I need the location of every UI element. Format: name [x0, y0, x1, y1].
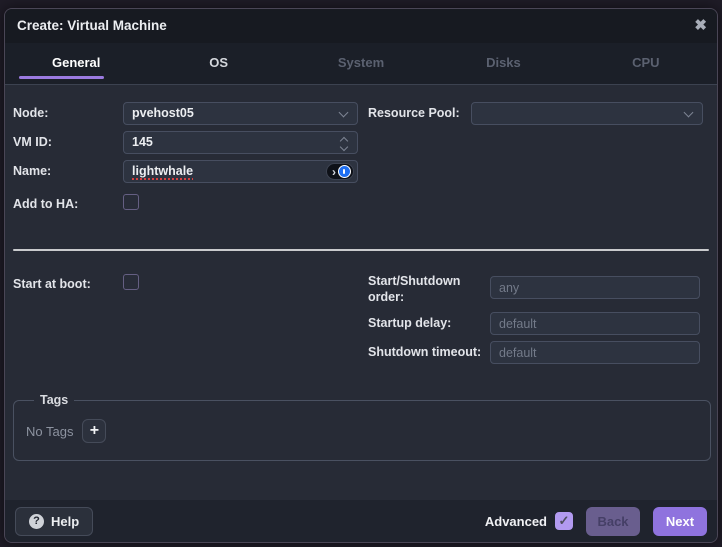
tab-system: System: [290, 43, 432, 84]
create-vm-dialog: Create: Virtual Machine ✖ General OS Sys…: [4, 8, 718, 543]
resource-pool-combobox[interactable]: [471, 102, 703, 125]
startup-delay-label: Startup delay:: [368, 316, 451, 330]
name-input[interactable]: lightwhale ›: [123, 160, 358, 183]
dialog-title: Create: Virtual Machine: [17, 9, 167, 43]
name-label: Name:: [13, 164, 51, 178]
tags-row: No Tags +: [26, 419, 698, 443]
tags-legend: Tags: [34, 393, 74, 407]
dialog-titlebar: Create: Virtual Machine ✖: [5, 9, 717, 43]
no-tags-text: No Tags: [26, 424, 73, 439]
shutdown-timeout-label: Shutdown timeout:: [368, 345, 481, 359]
start-at-boot-checkbox[interactable]: [123, 274, 139, 290]
node-label: Node:: [13, 106, 48, 120]
add-tag-button[interactable]: +: [82, 419, 106, 443]
next-button[interactable]: Next: [653, 507, 707, 536]
add-to-ha-checkbox[interactable]: [123, 194, 139, 210]
plus-icon: +: [90, 422, 99, 439]
back-button[interactable]: Back: [586, 507, 640, 536]
resource-pool-label: Resource Pool:: [368, 106, 460, 120]
startup-delay-input[interactable]: [490, 312, 700, 335]
help-icon: ?: [29, 514, 44, 529]
tab-cpu: CPU: [575, 43, 717, 84]
help-button[interactable]: ? Help: [15, 507, 93, 536]
check-icon: ✓: [559, 513, 570, 528]
tags-fieldset: Tags No Tags +: [13, 393, 711, 461]
node-value: pvehost05: [132, 106, 194, 120]
advanced-checkbox[interactable]: ✓: [555, 512, 573, 530]
onepassword-icon: [338, 165, 351, 178]
onepassword-fill-button[interactable]: ›: [326, 163, 354, 180]
advanced-label: Advanced: [485, 514, 547, 529]
vm-id-value: 145: [132, 135, 153, 149]
wizard-tabbar: General OS System Disks CPU: [5, 43, 717, 85]
spinner-down-icon[interactable]: [340, 143, 348, 151]
vm-id-label: VM ID:: [13, 135, 52, 149]
chevron-down-icon: [339, 108, 349, 118]
start-at-boot-label: Start at boot:: [13, 277, 91, 291]
shutdown-timeout-input[interactable]: [490, 341, 700, 364]
tab-general[interactable]: General: [5, 43, 147, 84]
dialog-footer: ? Help Advanced ✓ Back Next: [5, 500, 717, 542]
add-to-ha-label: Add to HA:: [13, 197, 78, 211]
name-value: lightwhale: [132, 164, 193, 178]
close-icon[interactable]: ✖: [694, 9, 707, 43]
vm-id-spinner[interactable]: 145: [123, 131, 358, 154]
start-shutdown-order-label: Start/Shutdown order:: [368, 273, 480, 306]
help-button-label: Help: [51, 514, 79, 529]
start-shutdown-order-input[interactable]: [490, 276, 700, 299]
tab-disks: Disks: [432, 43, 574, 84]
section-divider: [13, 249, 709, 251]
onepassword-chevron-icon: ›: [332, 165, 336, 179]
chevron-down-icon: [684, 108, 694, 118]
node-combobox[interactable]: pvehost05: [123, 102, 358, 125]
tab-os[interactable]: OS: [147, 43, 289, 84]
